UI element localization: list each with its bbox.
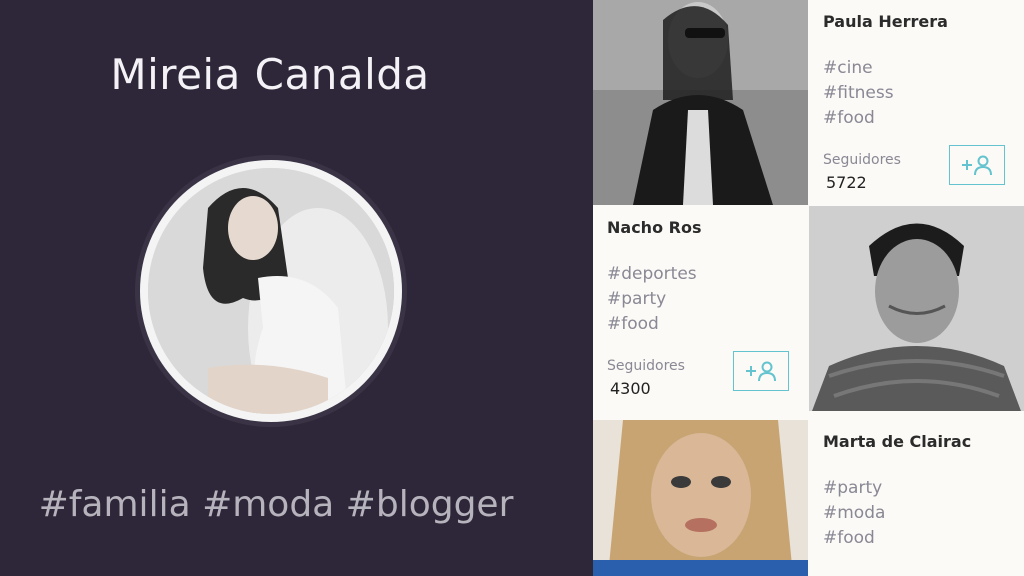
person-photo-icon [593, 0, 808, 205]
tag[interactable]: #fitness [823, 81, 894, 106]
tag[interactable]: #deportes [607, 262, 697, 287]
add-user-icon [746, 361, 776, 382]
profile-panel: Mireia Canalda #familia #moda #blogger [0, 0, 593, 576]
person-photo-icon [593, 420, 808, 576]
suggestion-name: Paula Herrera [823, 12, 948, 31]
suggestion-photo-paula[interactable] [593, 0, 808, 205]
suggestion-card: Nacho Ros #deportes #party #food Seguido… [593, 206, 808, 411]
add-user-icon [962, 155, 992, 176]
suggestion-card: Paula Herrera #cine #fitness #food Segui… [809, 0, 1024, 205]
person-photo-icon [809, 206, 1024, 411]
follow-button[interactable] [949, 145, 1005, 185]
avatar-photo [148, 168, 394, 414]
followers-count: 5722 [826, 173, 867, 192]
suggestion-tags: #party #moda #food [823, 476, 885, 551]
followers-label: Seguidores [823, 152, 901, 168]
followers-label: Seguidores [607, 358, 685, 374]
suggestion-card: Marta de Clairac #party #moda #food [809, 420, 1024, 576]
profile-name: Mireia Canalda [110, 50, 430, 99]
tag[interactable]: #food [823, 106, 894, 131]
tag[interactable]: #food [607, 312, 697, 337]
suggestion-photo-nacho[interactable] [809, 206, 1024, 411]
tag[interactable]: #cine [823, 56, 894, 81]
suggestion-name: Nacho Ros [607, 218, 702, 237]
tag[interactable]: #food [823, 526, 885, 551]
suggestions-grid: Paula Herrera #cine #fitness #food Segui… [593, 0, 1024, 576]
avatar[interactable] [140, 160, 402, 422]
profile-tags: #familia #moda #blogger [38, 484, 514, 525]
suggestion-photo-marta[interactable] [593, 420, 808, 576]
tag[interactable]: #party [607, 287, 697, 312]
tag[interactable]: #party [823, 476, 885, 501]
person-photo-icon [148, 168, 394, 414]
tag[interactable]: #moda [823, 501, 885, 526]
suggestion-name: Marta de Clairac [823, 432, 972, 451]
follow-button[interactable] [733, 351, 789, 391]
suggestion-tags: #cine #fitness #food [823, 56, 894, 131]
suggestion-tags: #deportes #party #food [607, 262, 697, 337]
followers-count: 4300 [610, 379, 651, 398]
